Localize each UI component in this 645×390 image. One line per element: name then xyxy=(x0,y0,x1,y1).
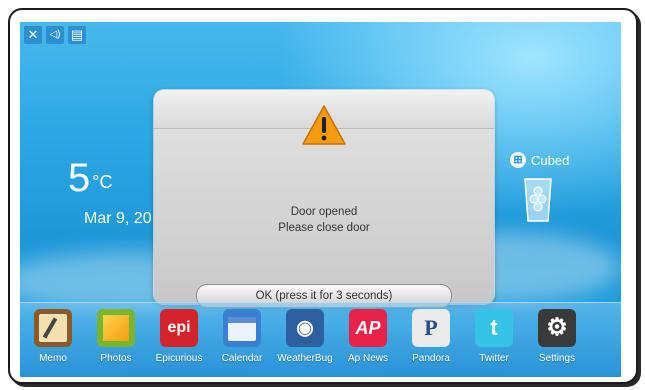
status-bar: ✕ ◁) ▤ xyxy=(24,26,86,44)
app-apnews[interactable]: AP Ap News xyxy=(338,309,398,364)
network-icon[interactable]: ▤ xyxy=(68,26,86,44)
app-label: Pandora xyxy=(412,353,450,364)
ice-mode-label: Cubed xyxy=(531,152,570,168)
fridge-screen: ✕ ◁) ▤ 5 °C Mar 9, 20 ⊞ Cubed Door opened… xyxy=(20,22,621,377)
temperature-unit: °C xyxy=(92,172,113,192)
ice-cup-icon xyxy=(524,178,552,222)
photos-icon xyxy=(97,309,135,347)
memo-icon xyxy=(34,309,72,347)
app-label: Calendar xyxy=(221,353,263,364)
app-photos[interactable]: Photos xyxy=(86,309,146,364)
app-label: Photos xyxy=(100,353,132,364)
app-pandora[interactable]: P Pandora xyxy=(401,309,461,364)
temperature-value: 5 xyxy=(68,156,91,200)
temperature-display: 5 °C xyxy=(68,158,112,198)
settings-gear-icon: ⚙ xyxy=(538,309,576,347)
app-calendar[interactable]: Calendar xyxy=(212,309,272,364)
app-weatherbug[interactable]: ◉ WeatherBug xyxy=(275,309,335,364)
dialog-message-line1: Door opened xyxy=(290,206,358,218)
app-dock: Memo Photos epi Epicurious Calendar ◉ We… xyxy=(20,302,621,377)
door-alert-dialog: Door opened Please close door OK (press … xyxy=(154,90,494,308)
app-settings[interactable]: ⚙ Settings xyxy=(527,309,587,364)
dialog-message-line2: Please close door xyxy=(278,222,370,234)
app-label: Twitter xyxy=(479,353,509,364)
app-label: Memo xyxy=(39,353,67,364)
warning-icon xyxy=(302,105,346,145)
close-icon[interactable]: ✕ xyxy=(24,26,42,44)
app-label: Settings xyxy=(538,353,576,364)
date-display: Mar 9, 20 xyxy=(84,210,152,227)
app-epicurious[interactable]: epi Epicurious xyxy=(149,309,209,364)
speaker-icon[interactable]: ◁) xyxy=(46,26,64,44)
app-label: Epicurious xyxy=(155,353,203,364)
weatherbug-icon: ◉ xyxy=(286,309,324,347)
app-twitter[interactable]: t Twitter xyxy=(464,309,524,364)
app-memo[interactable]: Memo xyxy=(23,309,83,364)
twitter-icon: t xyxy=(475,309,513,347)
ice-icon: ⊞ xyxy=(510,152,526,168)
pandora-icon: P xyxy=(412,309,450,347)
app-label: WeatherBug xyxy=(277,353,333,364)
epicurious-icon: epi xyxy=(160,309,198,347)
ice-mode-indicator[interactable]: ⊞ Cubed xyxy=(510,152,569,168)
calendar-icon xyxy=(223,309,261,347)
app-label: Ap News xyxy=(347,353,388,364)
apnews-icon: AP xyxy=(349,309,387,347)
